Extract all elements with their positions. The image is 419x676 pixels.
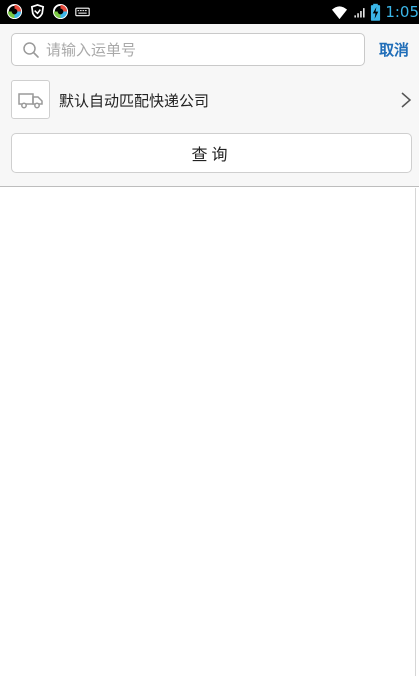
tracking-number-input[interactable] [46,34,356,65]
app-icon [52,3,69,20]
shield-icon [30,3,45,20]
truck-icon [18,93,43,109]
query-section: 查询 [0,124,419,187]
status-bar: 1:05 [0,0,419,24]
search-icon [23,42,39,58]
battery-icon [371,3,381,21]
search-bar: 取消 [0,24,419,76]
signal-icon [354,7,365,18]
status-bar-clock: 1:05 [385,3,419,21]
chevron-right-icon [401,92,412,108]
app-icon [6,3,23,20]
scroll-edge-divider [415,188,416,676]
courier-company-label: 默认自动匹配快递公司 [59,92,210,110]
courier-company-selector[interactable]: 默认自动匹配快递公司 [0,76,419,124]
cancel-button[interactable]: 取消 [379,39,409,60]
status-bar-notifications [6,3,90,20]
courier-company-icon-box [11,80,50,119]
query-button[interactable]: 查询 [11,133,412,173]
search-box[interactable] [11,33,365,66]
results-area [0,188,419,676]
keyboard-icon [75,7,90,17]
wifi-icon [332,5,348,19]
status-bar-system: 1:05 [330,2,419,22]
